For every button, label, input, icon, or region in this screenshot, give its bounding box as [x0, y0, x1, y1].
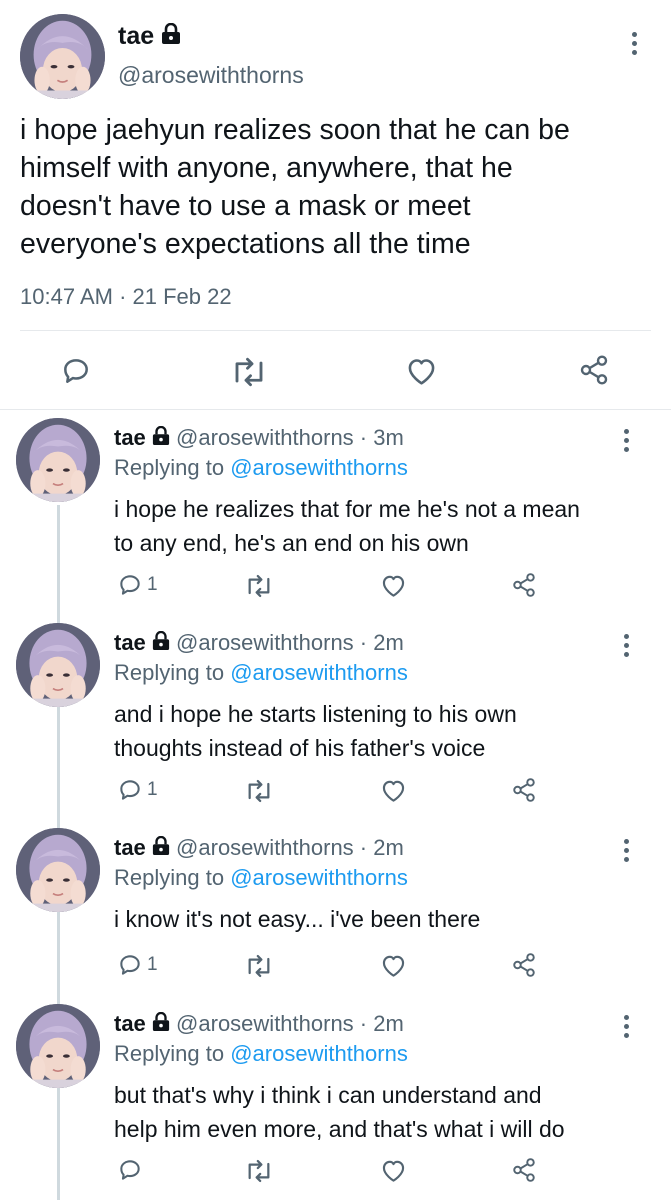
- tweet-text-line: i hope jaehyun realizes soon that he can…: [20, 114, 570, 146]
- main-handle[interactable]: @arosewiththorns: [118, 62, 304, 89]
- lock-icon: [161, 22, 181, 52]
- replying-to-handle[interactable]: @arosewiththorns: [230, 455, 408, 480]
- display-name-text: tae: [118, 22, 155, 50]
- share-icon[interactable]: [511, 952, 537, 978]
- replying-to: Replying to @arosewiththorns: [114, 455, 408, 481]
- tweet-time: 10:47 AM: [20, 284, 113, 309]
- display-name-text[interactable]: tae: [114, 425, 146, 450]
- like-icon[interactable]: [405, 356, 438, 386]
- like-icon[interactable]: [380, 953, 407, 978]
- tweet-date: 21 Feb 22: [132, 284, 232, 309]
- reply-meta: @arosewiththorns · 2m: [176, 630, 404, 655]
- reply-meta: @arosewiththorns · 3m: [176, 425, 404, 450]
- more-options-icon[interactable]: [616, 835, 636, 865]
- display-name-text[interactable]: tae: [114, 630, 146, 655]
- replying-to: Replying to @arosewiththorns: [114, 1041, 408, 1067]
- lock-icon: [152, 1012, 170, 1038]
- reply-avatar[interactable]: [16, 623, 100, 707]
- replying-to-label: Replying to: [114, 1041, 225, 1066]
- replying-to-label: Replying to: [114, 455, 225, 480]
- share-icon[interactable]: [511, 777, 537, 803]
- replying-to: Replying to @arosewiththorns: [114, 660, 408, 686]
- share-icon[interactable]: [511, 1157, 537, 1183]
- reply-meta: @arosewiththorns · 2m: [176, 835, 404, 860]
- divider: [0, 409, 671, 410]
- tweet-text-line: himself with anyone, anywhere, that he: [20, 152, 513, 184]
- display-name-text[interactable]: tae: [114, 1011, 146, 1036]
- tweet-text-line: everyone's expectations all the time: [20, 228, 471, 260]
- reply-tweet[interactable]: tae @arosewiththorns · 2m Replying to @a…: [0, 623, 671, 813]
- reply-icon[interactable]: 1: [117, 952, 158, 978]
- like-icon[interactable]: [380, 778, 407, 803]
- reply-text-line: but that's why i think i can understand …: [114, 1082, 542, 1108]
- reply-icon[interactable]: 1: [117, 572, 158, 598]
- lock-icon: [152, 426, 170, 452]
- reply-header: tae @arosewiththorns · 2m: [114, 1011, 404, 1038]
- share-icon[interactable]: [578, 354, 610, 386]
- reply-avatar[interactable]: [16, 828, 100, 912]
- reply-text: and i hope he starts listening to his ow…: [114, 697, 517, 765]
- more-options-icon[interactable]: [616, 1011, 636, 1041]
- replying-to-label: Replying to: [114, 865, 225, 890]
- reply-header: tae @arosewiththorns · 2m: [114, 835, 404, 862]
- reply-tweet[interactable]: tae @arosewiththorns · 2m Replying to @a…: [0, 828, 671, 988]
- replying-to: Replying to @arosewiththorns: [114, 865, 408, 891]
- reply-avatar[interactable]: [16, 418, 100, 502]
- reply-text: i hope he realizes that for me he's not …: [114, 492, 580, 560]
- retweet-icon[interactable]: [245, 954, 273, 978]
- like-icon[interactable]: [380, 573, 407, 598]
- main-display-name[interactable]: tae: [118, 22, 181, 52]
- reply-text-line: to any end, he's an end on his own: [114, 530, 469, 556]
- reply-text: but that's why i think i can understand …: [114, 1078, 565, 1146]
- reply-header: tae @arosewiththorns · 3m: [114, 425, 404, 452]
- retweet-icon[interactable]: [245, 1159, 273, 1183]
- tweet-timestamp[interactable]: 10:47 AM · 21 Feb 22: [20, 284, 232, 310]
- replying-to-label: Replying to: [114, 660, 225, 685]
- reply-text-line: i know it's not easy... i've been there: [114, 906, 481, 932]
- reply-tweet[interactable]: tae @arosewiththorns · 2m Replying to @a…: [0, 1004, 671, 1200]
- reply-tweet[interactable]: tae @arosewiththorns · 3m Replying to @a…: [0, 418, 671, 608]
- more-options-icon[interactable]: [624, 28, 644, 58]
- like-icon[interactable]: [380, 1158, 407, 1183]
- reply-text: i know it's not easy... i've been there: [114, 902, 480, 936]
- replying-to-handle[interactable]: @arosewiththorns: [230, 865, 408, 890]
- replying-to-handle[interactable]: @arosewiththorns: [230, 660, 408, 685]
- more-options-icon[interactable]: [616, 630, 636, 660]
- main-tweet-text: i hope jaehyun realizes soon that he can…: [20, 111, 660, 263]
- more-options-icon[interactable]: [616, 425, 636, 455]
- reply-header: tae @arosewiththorns · 2m: [114, 630, 404, 657]
- lock-icon: [152, 836, 170, 862]
- lock-icon: [152, 631, 170, 657]
- reply-avatar[interactable]: [16, 1004, 100, 1088]
- retweet-icon[interactable]: [245, 574, 273, 598]
- tweet-text-line: doesn't have to use a mask or meet: [20, 190, 471, 222]
- reply-count: 1: [147, 574, 158, 595]
- share-icon[interactable]: [511, 572, 537, 598]
- reply-icon[interactable]: 1: [117, 777, 158, 803]
- main-avatar[interactable]: [20, 14, 105, 99]
- reply-icon[interactable]: [117, 1157, 147, 1183]
- retweet-icon[interactable]: [231, 357, 267, 387]
- reply-icon[interactable]: [60, 355, 92, 387]
- reply-count: 1: [147, 779, 158, 800]
- reply-text-line: thoughts instead of his father's voice: [114, 735, 486, 761]
- divider: [20, 330, 651, 331]
- reply-meta: @arosewiththorns · 2m: [176, 1011, 404, 1036]
- reply-text-line: and i hope he starts listening to his ow…: [114, 701, 517, 727]
- reply-text-line: help him even more, and that's what i wi…: [114, 1116, 565, 1142]
- separator: ·: [119, 284, 127, 309]
- reply-text-line: i hope he realizes that for me he's not …: [114, 496, 580, 522]
- reply-count: 1: [147, 954, 158, 975]
- replying-to-handle[interactable]: @arosewiththorns: [230, 1041, 408, 1066]
- display-name-text[interactable]: tae: [114, 835, 146, 860]
- retweet-icon[interactable]: [245, 779, 273, 803]
